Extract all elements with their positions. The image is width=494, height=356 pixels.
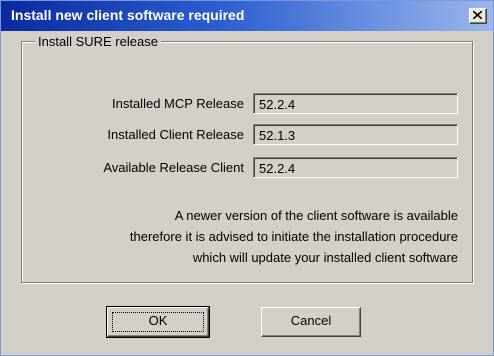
close-x-icon <box>473 11 482 19</box>
message-line: therefore it is advised to initiate the … <box>129 229 458 244</box>
installed-mcp-release-field: 52.2.4 <box>253 93 458 114</box>
available-release-client-field: 52.2.4 <box>253 157 458 178</box>
installed-client-release-field: 52.1.3 <box>253 124 458 145</box>
installed-client-release-label: Installed Client Release <box>107 127 244 142</box>
groupbox-legend: Install SURE release <box>35 34 161 49</box>
ok-button-label: OK <box>148 313 168 328</box>
installed-mcp-release-label: Installed MCP Release <box>112 96 244 111</box>
window-title: Install new client software required <box>11 7 245 23</box>
cancel-button-label: Cancel <box>290 313 332 328</box>
message-line: A newer version of the client software i… <box>174 208 458 223</box>
message-line: which will update your installed client … <box>192 250 458 265</box>
close-button[interactable] <box>469 8 487 24</box>
available-release-client-label: Available Release Client <box>103 160 244 175</box>
title-bar[interactable]: Install new client software required <box>1 1 493 31</box>
ok-button[interactable]: OK <box>106 306 210 338</box>
cancel-button[interactable]: Cancel <box>261 307 361 337</box>
update-message: A newer version of the client software i… <box>40 205 458 268</box>
